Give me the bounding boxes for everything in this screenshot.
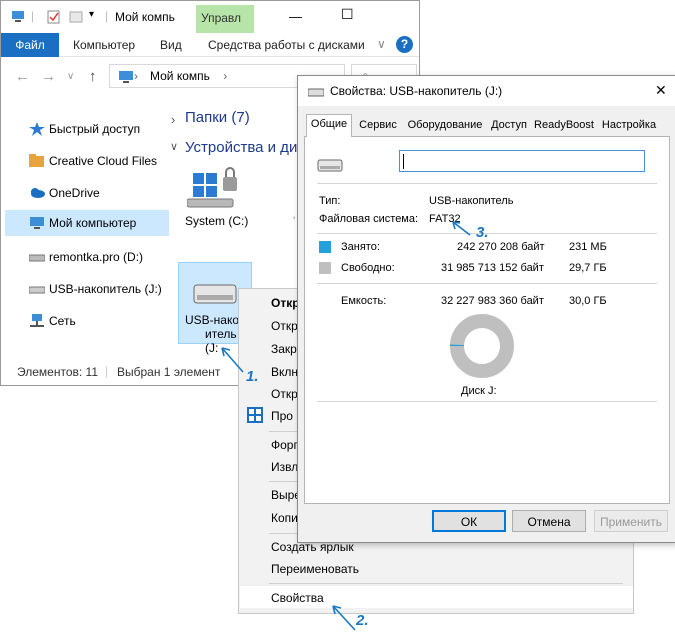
annotation-step-3: 3. — [476, 224, 489, 241]
annotation-arrows — [221, 221, 471, 631]
annotation-step-1: 1. — [246, 368, 259, 385]
tab-general[interactable]: Общие — [306, 114, 352, 137]
annotation-step-2: 2. — [356, 612, 369, 629]
arrow-1 — [221, 347, 244, 373]
arrow-2 — [332, 605, 356, 631]
